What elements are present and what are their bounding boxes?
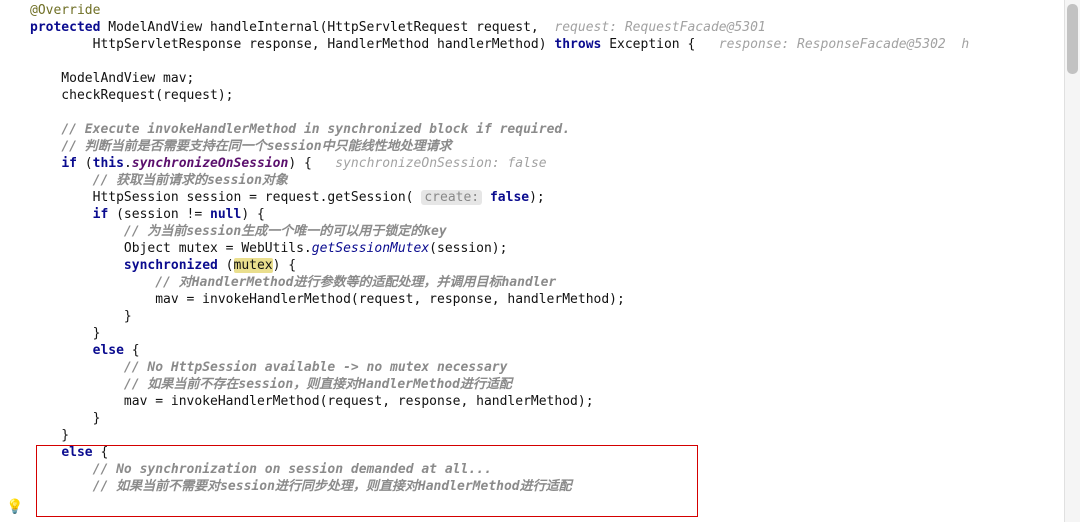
code-line[interactable]: } (30, 410, 1065, 427)
execution-line-highlight: mav = invokeHandlerMethod(request, respo… (0, 511, 1065, 522)
code-line[interactable]: // 如果当前不需要对session进行同步处理，则直接对HandlerMeth… (30, 478, 1065, 495)
editor-gutter[interactable]: 💡 (0, 0, 28, 522)
code-line[interactable]: else { (30, 342, 1065, 359)
code-line[interactable] (30, 104, 1065, 121)
code-line[interactable]: // No HttpSession available -> no mutex … (30, 359, 1065, 376)
code-line[interactable]: ModelAndView mav; (30, 70, 1065, 87)
code-line[interactable]: // 判断当前是否需要支持在同一个session中只能线性地处理请求 (30, 138, 1065, 155)
code-line[interactable] (30, 53, 1065, 70)
code-line[interactable]: Object mutex = WebUtils.getSessionMutex(… (30, 240, 1065, 257)
code-line[interactable]: protected ModelAndView handleInternal(Ht… (30, 19, 1065, 36)
code-line[interactable]: } (30, 325, 1065, 342)
code-line[interactable]: @Override (30, 2, 1065, 19)
code-line[interactable]: HttpSession session = request.getSession… (30, 189, 1065, 206)
vertical-scrollbar[interactable] (1064, 0, 1080, 522)
code-line[interactable]: // 对HandlerMethod进行参数等的适配处理，并调用目标handler (30, 274, 1065, 291)
code-line[interactable]: synchronized (mutex) { (30, 257, 1065, 274)
code-line[interactable]: // 获取当前请求的session对象 (30, 172, 1065, 189)
code-line[interactable]: mav = invokeHandlerMethod(request, respo… (30, 291, 1065, 308)
intention-bulb-icon[interactable]: 💡 (6, 499, 23, 516)
execution-line-text: mav = invokeHandlerMethod(request, respo… (30, 511, 1024, 522)
code-line[interactable]: checkRequest(request); (30, 87, 1065, 104)
code-line[interactable]: if (this.synchronizeOnSession) { synchro… (30, 155, 1065, 172)
code-line[interactable]: // 为当前session生成一个唯一的可以用于锁定的key (30, 223, 1065, 240)
code-line[interactable]: if (session != null) { (30, 206, 1065, 223)
current-line-highlight (2, 494, 1065, 511)
code-line[interactable]: // Execute invokeHandlerMethod in synchr… (30, 121, 1065, 138)
code-line[interactable]: } (30, 308, 1065, 325)
scrollbar-thumb[interactable] (1067, 4, 1078, 74)
code-line[interactable]: mav = invokeHandlerMethod(request, respo… (30, 393, 1065, 410)
code-line[interactable]: HttpServletResponse response, HandlerMet… (30, 36, 1065, 53)
code-area[interactable]: @Overrideprotected ModelAndView handleIn… (0, 0, 1065, 495)
code-editor-viewport[interactable]: 💡 @Overrideprotected ModelAndView handle… (0, 0, 1065, 522)
code-line[interactable]: else { (30, 444, 1065, 461)
code-line[interactable]: } (30, 427, 1065, 444)
code-line[interactable]: // 如果当前不存在session，则直接对HandlerMethod进行适配 (30, 376, 1065, 393)
code-line[interactable]: // No synchronization on session demande… (30, 461, 1065, 478)
